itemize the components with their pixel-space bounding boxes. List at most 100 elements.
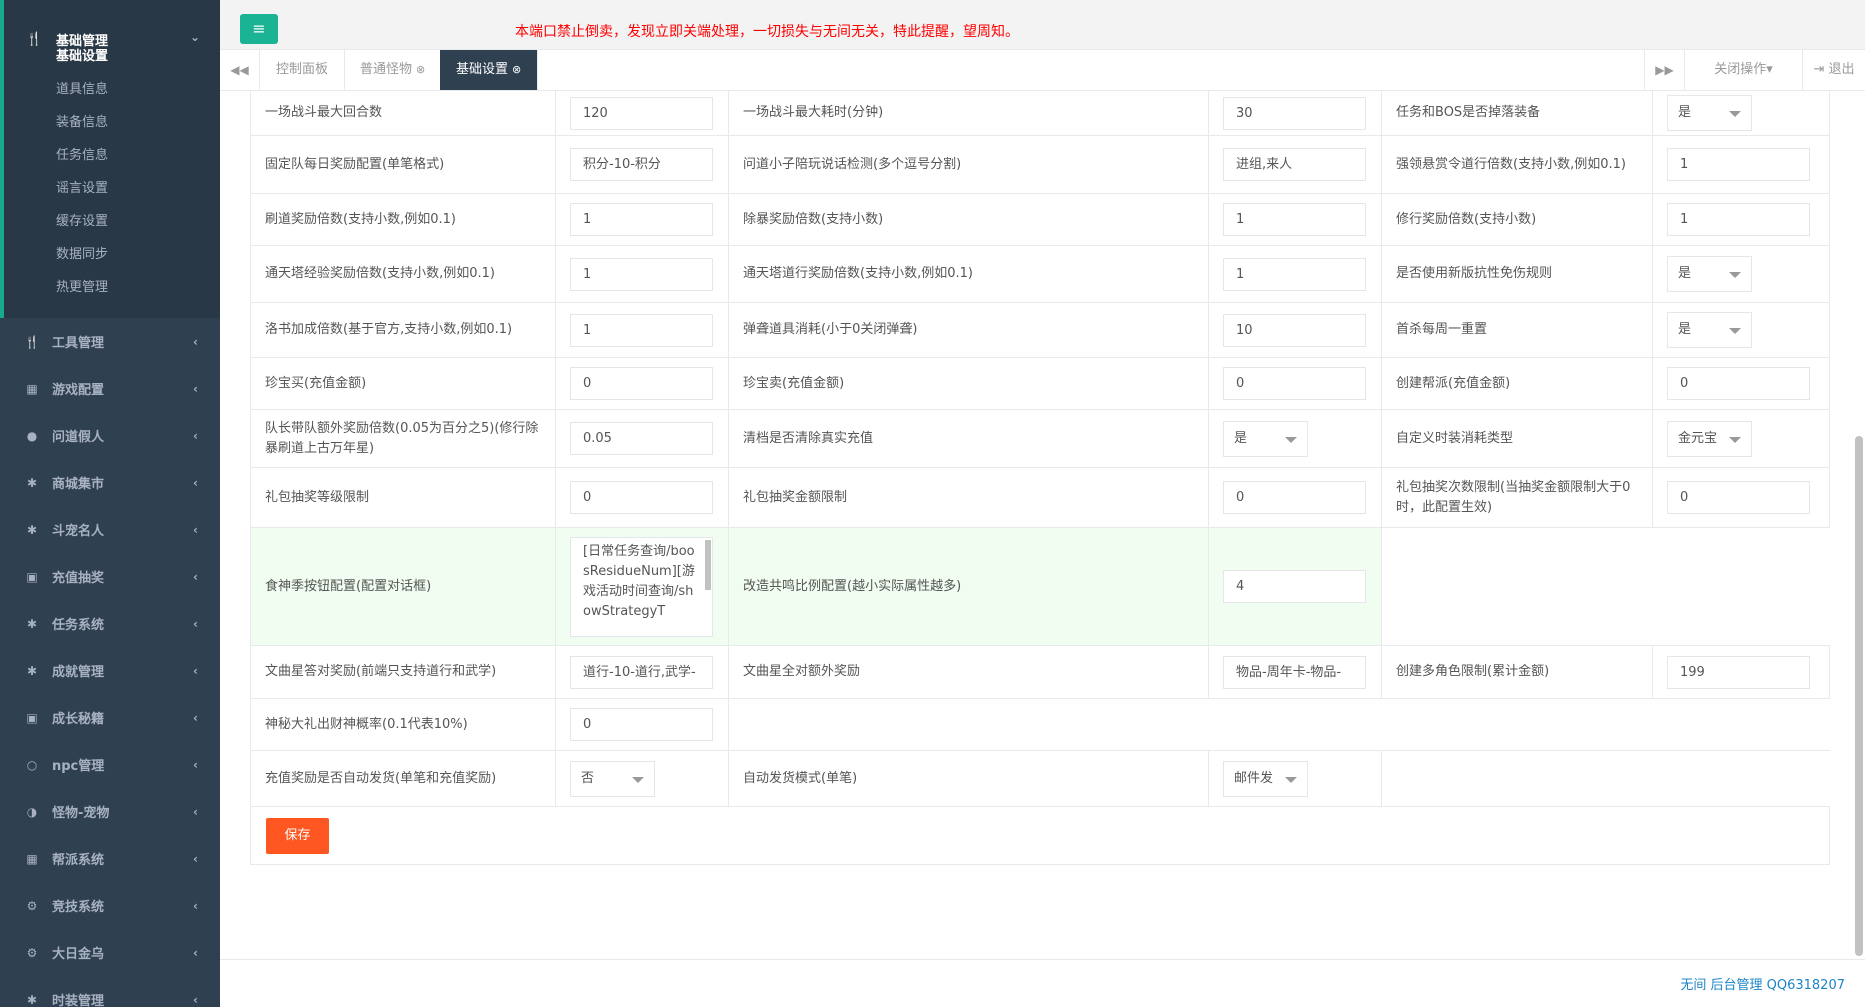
tower-dao-input[interactable]: 1	[1223, 257, 1366, 291]
max-rounds-input[interactable]: 120	[570, 96, 713, 130]
gear-icon: ✱	[26, 663, 38, 678]
sidebar-item-label: 任务系统	[52, 618, 105, 633]
sidebar-item-bots[interactable]: ● 问道假人 ‹	[0, 412, 220, 459]
quiz-reward-input[interactable]: 道行-10-道行,武学-	[570, 655, 713, 689]
tab-scroll-right-button[interactable]: ▶▶	[1644, 50, 1684, 90]
resonance-ratio-input[interactable]: 4	[1223, 570, 1366, 603]
tab-dashboard[interactable]: 控制面板	[260, 50, 346, 90]
chevron-left-icon: ‹	[193, 522, 198, 537]
multi-role-limit-input[interactable]: 199	[1667, 655, 1810, 689]
field-label: 修行奖励倍数(支持小数)	[1381, 194, 1652, 245]
sidebar-item-task-system[interactable]: ✱ 任务系统 ‹	[0, 600, 220, 647]
treasure-sell-input[interactable]: 0	[1223, 367, 1366, 400]
sidebar-item-tools[interactable]: 🍴 工具管理 ‹	[0, 318, 220, 365]
quiz-bonus-input[interactable]: 物品-周年卡-物品-	[1223, 655, 1366, 689]
sidebar-item-monster-pet[interactable]: ◑ 怪物-宠物 ‹	[0, 788, 220, 835]
sidebar-item-pet-fame[interactable]: ✱ 斗宠名人 ‹	[0, 506, 220, 553]
tab-scroll-left-button[interactable]: ◀◀	[220, 50, 260, 90]
save-row: 保存	[250, 807, 1830, 865]
bandit-reward-input[interactable]: 1	[1223, 203, 1366, 236]
fashion-cost-type-select[interactable]: 金元宝	[1667, 420, 1752, 457]
first-kill-reset-select[interactable]: 是	[1667, 312, 1752, 348]
bounty-multiplier-input[interactable]: 1	[1667, 148, 1810, 181]
treasure-buy-input[interactable]: 0	[570, 367, 713, 400]
sidebar-item-equipment-info[interactable]: 装备信息	[4, 106, 220, 139]
close-operations-dropdown[interactable]: 关闭操作▾	[1684, 50, 1802, 90]
form-row: 神秘大礼出财神概率(0.1代表10%) 0	[250, 699, 1830, 751]
caret-down-icon	[1729, 328, 1741, 334]
money-icon: ▣	[26, 569, 38, 584]
field-label: 创建帮派(充值金额)	[1381, 358, 1652, 409]
sidebar-item-npc[interactable]: ○ npc管理 ‹	[0, 741, 220, 788]
sidebar-item-arena[interactable]: ⚙ 竞技系统 ‹	[0, 882, 220, 929]
tab-label: 基础设置	[456, 62, 509, 77]
chef-season-config-textarea[interactable]: [日常任务查询/boosResidueNum][游戏活动时间查询/showStr…	[570, 536, 713, 637]
deliver-mode-select[interactable]: 邮件发	[1223, 760, 1308, 797]
field-label: 固定队每日奖励配置(单笔格式)	[250, 136, 555, 193]
gift-lottery-amount-input[interactable]: 0	[1223, 481, 1366, 514]
cultivation-reward-input[interactable]: 1	[1667, 203, 1810, 236]
create-guild-input[interactable]: 0	[1667, 367, 1810, 400]
textarea-scrollbar[interactable]	[705, 539, 711, 590]
auto-deliver-select[interactable]: 否	[570, 760, 655, 797]
page-scrollbar[interactable]	[1855, 436, 1863, 956]
mystery-gift-rate-input[interactable]: 0	[570, 708, 713, 741]
max-battle-time-input[interactable]: 30	[1223, 96, 1366, 130]
sidebar-item-task-info[interactable]: 任务信息	[4, 139, 220, 172]
sidebar-item-fashion[interactable]: ✱ 时装管理 ‹	[0, 976, 220, 1007]
close-icon[interactable]: ⊗	[512, 63, 521, 76]
sidebar-item-mall[interactable]: ✱ 商城集市 ‹	[0, 459, 220, 506]
sidebar-item-achievements[interactable]: ✱ 成就管理 ‹	[0, 647, 220, 694]
form-row: 礼包抽奖等级限制 0 礼包抽奖金额限制 0 礼包抽奖次数限制(当抽奖金额限制大于…	[250, 468, 1830, 528]
gift-lottery-level-input[interactable]: 0	[570, 481, 713, 514]
tab-normal-monsters[interactable]: 普通怪物 ⊗	[344, 50, 443, 90]
field-label: 礼包抽奖等级限制	[250, 468, 555, 527]
sidebar-item-item-info[interactable]: 道具信息	[4, 73, 220, 106]
sidebar-item-data-sync[interactable]: 数据同步	[4, 238, 220, 271]
close-icon[interactable]: ⊗	[416, 63, 425, 76]
sidebar-item-game-config[interactable]: ▦ 游戏配置 ‹	[0, 365, 220, 412]
team-daily-reward-input[interactable]: 积分-10-积分	[570, 148, 713, 181]
tab-label: 普通怪物	[360, 62, 413, 77]
table-icon: ▦	[26, 381, 38, 396]
chevron-left-icon: ‹	[193, 804, 198, 819]
luoshu-bonus-input[interactable]: 1	[570, 313, 713, 347]
gears-icon: ⚙	[26, 945, 38, 960]
chat-detect-input[interactable]: 进组,来人	[1223, 148, 1366, 181]
sidebar-item-rumor-settings[interactable]: 谣言设置	[4, 172, 220, 205]
sidebar-item-golden-crow[interactable]: ⚙ 大日金乌 ‹	[0, 929, 220, 976]
sidebar-item-label: 问道假人	[52, 430, 105, 445]
sidebar-item-label: npc管理	[52, 759, 105, 774]
field-label: 食神季按钮配置(配置对话框)	[250, 528, 555, 645]
sidebar-item-recharge-lottery[interactable]: ▣ 充值抽奖 ‹	[0, 553, 220, 600]
sidebar-item-growth-guide[interactable]: ▣ 成长秘籍 ‹	[0, 694, 220, 741]
cutlery-icon: 🍴	[24, 334, 40, 349]
user-icon: ●	[26, 428, 38, 443]
select-value: 金元宝	[1678, 430, 1718, 446]
sidebar-item-label: 时装管理	[52, 994, 105, 1007]
tower-exp-input[interactable]: 1	[570, 257, 713, 291]
sidebar-item-hotfix[interactable]: 热更管理	[4, 271, 220, 304]
field-label: 神秘大礼出财神概率(0.1代表10%)	[250, 699, 555, 750]
form-row: 刷道奖励倍数(支持小数,例如0.1) 1 除暴奖励倍数(支持小数) 1 修行奖励…	[250, 194, 1830, 246]
leader-bonus-input[interactable]: 0.05	[570, 422, 713, 455]
footer: 无间 后台管理 QQ6318207	[220, 959, 1865, 1007]
sidebar-item-guild[interactable]: ▦ 帮派系统 ‹	[0, 835, 220, 882]
bullet-item-cost-input[interactable]: 10	[1223, 313, 1366, 347]
tab-basic-settings[interactable]: 基础设置 ⊗	[440, 50, 539, 90]
drop-equipment-select[interactable]: 是	[1667, 95, 1752, 131]
field-label: 弹聋道具消耗(小于0关闭弹聋)	[728, 303, 1208, 357]
sidebar-item-label: 竞技系统	[52, 900, 105, 915]
caret-down-icon	[1285, 776, 1297, 783]
field-label: 任务和BOS是否掉落装备	[1381, 91, 1652, 135]
field-label: 一场战斗最大耗时(分钟)	[728, 91, 1208, 135]
grind-reward-input[interactable]: 1	[570, 203, 713, 236]
sidebar-item-cache-settings[interactable]: 缓存设置	[4, 205, 220, 238]
double-chevron-right-icon: ▶▶	[1655, 63, 1674, 77]
clear-recharge-select[interactable]: 是	[1223, 420, 1308, 457]
sidebar-toggle-button[interactable]: ≡	[240, 14, 278, 44]
gift-lottery-count-input[interactable]: 0	[1667, 481, 1810, 514]
logout-button[interactable]: ⇥ 退出	[1802, 50, 1865, 90]
new-resist-rule-select[interactable]: 是	[1667, 256, 1752, 292]
save-button[interactable]: 保存	[266, 818, 329, 854]
